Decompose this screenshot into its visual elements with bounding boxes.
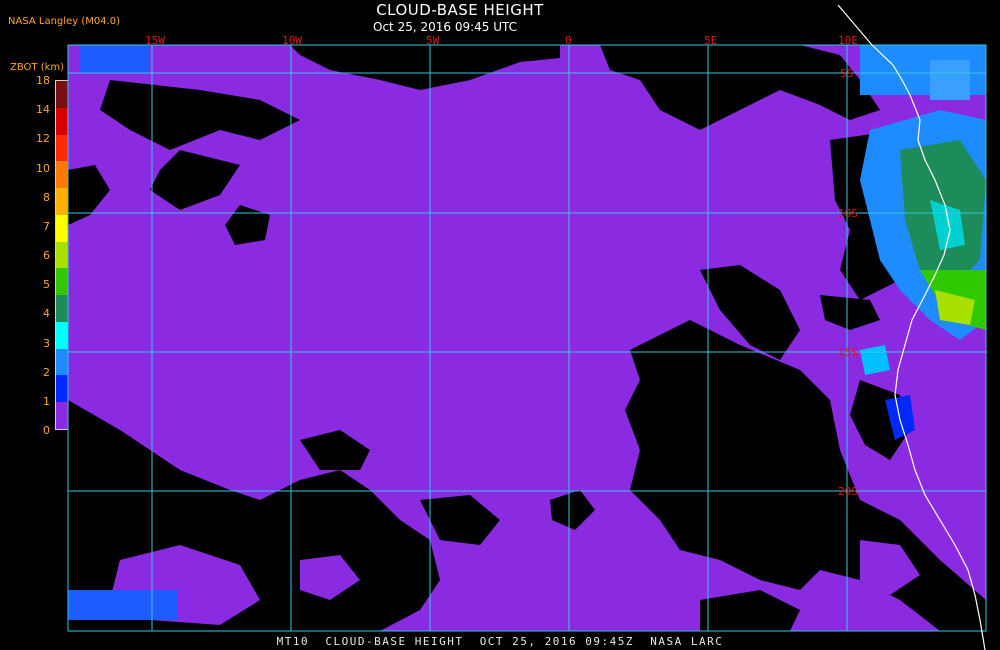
lat-label: 10S (838, 207, 858, 220)
colorbar-tick-label: 18 (36, 74, 50, 87)
colorbar-tick-label: 12 (36, 132, 50, 146)
colorbar-tick-label: 3 (43, 336, 50, 350)
colorbar-tick-label: 7 (43, 219, 50, 233)
colorbar-tick-label: 2 (43, 365, 50, 379)
colorbar-tick-label: 4 (43, 307, 50, 321)
lon-label: 10E (838, 34, 858, 47)
lon-label: 0 (565, 34, 572, 47)
lon-label: 5W (426, 34, 440, 47)
lon-label: 15W (145, 34, 165, 47)
footer-caption: MT10 CLOUD-BASE HEIGHT OCT 25, 2016 09:4… (276, 635, 724, 648)
colorbar-tick-label: 0 (43, 424, 50, 437)
lon-label: 5E (704, 34, 717, 47)
colorbar-tick-label: 5 (43, 278, 50, 292)
colorbar-tick-label: 10 (36, 161, 50, 175)
lat-label: 20S (838, 485, 858, 498)
cloud-base-map: 15W 10W 5W 0 5E 10E 5S 10S 15S 20S (67, 4, 987, 650)
colorbar-tick-label: 8 (43, 190, 50, 204)
colorbar-tick-label: 1 (43, 394, 50, 408)
lat-label: 5S (840, 67, 853, 80)
colorbar-tick-label: 6 (43, 249, 50, 262)
lat-label: 15S (838, 346, 858, 359)
lon-label: 10W (282, 34, 302, 47)
colorbar-tick-label: 14 (36, 103, 50, 117)
